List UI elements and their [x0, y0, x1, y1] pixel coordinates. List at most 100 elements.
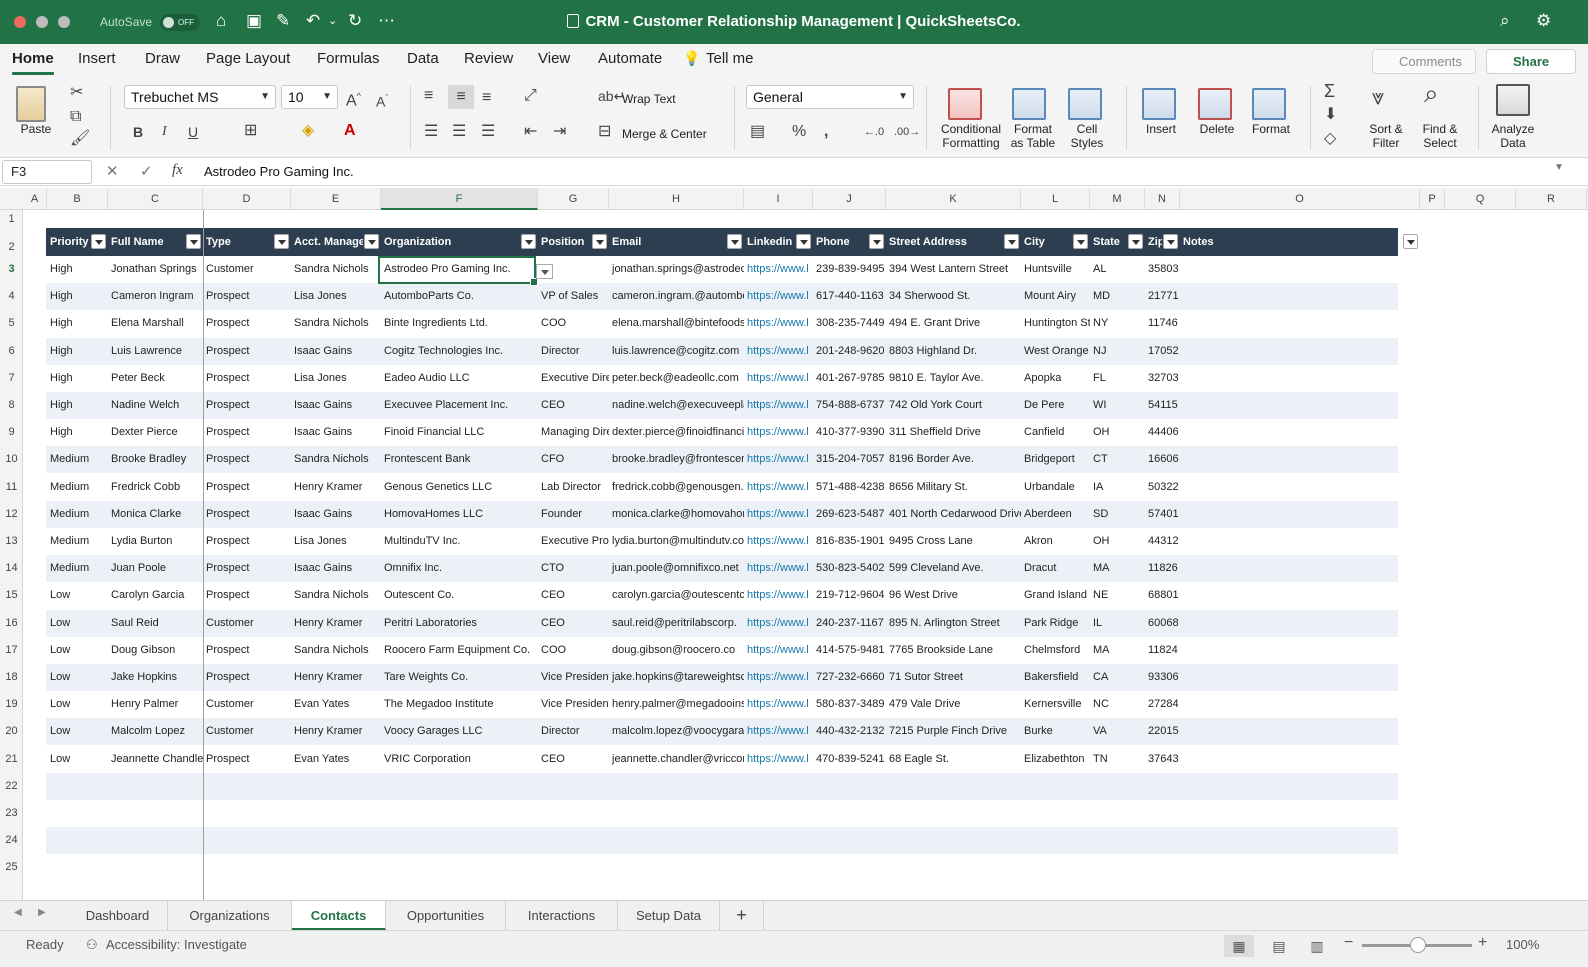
cell-full-name[interactable]: Fredrick Cobb [108, 474, 203, 501]
cell-priority[interactable]: Medium [47, 501, 108, 528]
find-select-label[interactable]: Find & Select [1418, 122, 1462, 150]
cell-email[interactable]: juan.poole@omnifixco.net [609, 555, 744, 582]
page-layout-view-icon[interactable]: ▤ [1264, 935, 1294, 957]
align-bottom-icon[interactable]: ≡ [482, 89, 491, 107]
row-header-22[interactable]: 22 [0, 773, 23, 800]
cell-street-address[interactable]: 68 Eagle St. [886, 746, 1021, 773]
cell-position[interactable]: Managing Director [538, 419, 609, 446]
cell-email[interactable]: elena.marshall@bintefoods [609, 310, 744, 337]
conditional-formatting-icon[interactable] [948, 88, 982, 120]
cell-position[interactable]: Executive Director [538, 365, 609, 392]
conditional-formatting-label[interactable]: Conditional Formatting [938, 122, 1004, 150]
filter-dropdown-icon[interactable] [1128, 234, 1143, 249]
cell-city[interactable]: Mount Airy [1021, 283, 1090, 310]
cell-city[interactable]: Huntsville [1021, 256, 1090, 283]
fill-icon[interactable]: ⬇ [1324, 106, 1337, 124]
cell-full-name[interactable]: Carolyn Garcia [108, 582, 203, 609]
column-header-f[interactable]: F [381, 188, 538, 210]
cell-priority[interactable]: High [47, 392, 108, 419]
add-sheet-button[interactable]: + [720, 901, 764, 930]
cell-street-address[interactable]: 401 North Cedarwood Drive [886, 501, 1021, 528]
cell-organization[interactable]: Roocero Farm Equipment Co. [381, 637, 538, 664]
cell-phone[interactable]: 580-837-3489 [813, 691, 886, 718]
cell-zip[interactable]: 93306 [1145, 664, 1180, 691]
cell-priority[interactable]: Low [47, 718, 108, 745]
merge-center-button[interactable]: Merge & Center [622, 127, 707, 141]
column-header-d[interactable]: D [203, 188, 291, 210]
copy-icon[interactable]: ⧉ [70, 108, 81, 126]
sheet-tab-organizations[interactable]: Organizations [168, 901, 292, 930]
cell-acct-manager[interactable]: Lisa Jones [291, 528, 381, 555]
clear-icon[interactable]: ◇ [1324, 130, 1336, 148]
format-cells-button[interactable]: Format [1250, 122, 1292, 136]
cell-full-name[interactable]: Juan Poole [108, 555, 203, 582]
column-header-n[interactable]: N [1145, 188, 1180, 210]
bold-button[interactable]: B [133, 123, 143, 141]
cell-city[interactable]: Huntington Station [1021, 310, 1090, 337]
row-header-12[interactable]: 12 [0, 501, 23, 528]
column-header-e[interactable]: E [291, 188, 381, 210]
cell-full-name[interactable]: Jeannette Chandler [108, 746, 203, 773]
cell-position[interactable]: CEO [538, 746, 609, 773]
expand-formula-bar-icon[interactable]: ▼ [1554, 162, 1564, 173]
cell-linkedin[interactable]: https://www.l [744, 446, 813, 473]
cell-priority[interactable]: High [47, 283, 108, 310]
cell-acct-manager[interactable]: Sandra Nichols [291, 310, 381, 337]
row-header-5[interactable]: 5 [0, 310, 23, 337]
sheet-tab-dashboard[interactable]: Dashboard [68, 901, 168, 930]
cell-zip[interactable]: 11824 [1145, 637, 1180, 664]
cell-state[interactable]: SD [1090, 501, 1145, 528]
cell-full-name[interactable]: Nadine Welch [108, 392, 203, 419]
cell-street-address[interactable]: 34 Sherwood St. [886, 283, 1021, 310]
cell-acct-manager[interactable]: Henry Kramer [291, 718, 381, 745]
cell-state[interactable]: NY [1090, 310, 1145, 337]
filter-dropdown-icon[interactable] [274, 234, 289, 249]
spreadsheet-grid[interactable]: ABCDEFGHIJKLMNOPQR 1 2 3 4 5 6 7 8 9 10 11 12 13 14 15… [0, 188, 1588, 900]
cell-dropdown-arrow[interactable] [536, 264, 553, 279]
filter-dropdown-icon[interactable] [796, 234, 811, 249]
cell-email[interactable]: luis.lawrence@cogitz.com [609, 338, 744, 365]
cell-full-name[interactable]: Lydia Burton [108, 528, 203, 555]
cell-state[interactable]: TN [1090, 746, 1145, 773]
cell-organization[interactable]: Finoid Financial LLC [381, 419, 538, 446]
cell-phone[interactable]: 269-623-5487 [813, 501, 886, 528]
cell-state[interactable]: MD [1090, 283, 1145, 310]
cell-position[interactable]: Executive Producer [538, 528, 609, 555]
cell-type[interactable]: Prospect [203, 582, 291, 609]
cell-priority[interactable]: Low [47, 664, 108, 691]
filter-dropdown-icon[interactable] [1073, 234, 1088, 249]
cell-organization[interactable]: Execuvee Placement Inc. [381, 392, 538, 419]
cell-zip[interactable]: 22015 [1145, 718, 1180, 745]
cell-acct-manager[interactable]: Isaac Gains [291, 392, 381, 419]
filter-dropdown-icon[interactable] [727, 234, 742, 249]
cell-street-address[interactable]: 8656 Military St. [886, 474, 1021, 501]
cell-full-name[interactable]: Jake Hopkins [108, 664, 203, 691]
cell-street-address[interactable]: 599 Cleveland Ave. [886, 555, 1021, 582]
cell-linkedin[interactable]: https://www.l [744, 392, 813, 419]
cell-linkedin[interactable]: https://www.l [744, 365, 813, 392]
sort-filter-label[interactable]: Sort & Filter [1364, 122, 1408, 150]
column-header-r[interactable]: R [1516, 188, 1587, 210]
filter-dropdown-icon[interactable] [869, 234, 884, 249]
tab-automate[interactable]: Automate [598, 50, 662, 67]
row-header-23[interactable]: 23 [0, 800, 23, 827]
column-header-o[interactable]: O [1180, 188, 1420, 210]
tab-home[interactable]: Home [12, 50, 54, 67]
row-header-15[interactable]: 15 [0, 582, 23, 609]
cell-full-name[interactable]: Monica Clarke [108, 501, 203, 528]
cell-type[interactable]: Prospect [203, 501, 291, 528]
percent-icon[interactable]: % [792, 123, 806, 141]
cell-street-address[interactable]: 8803 Highland Dr. [886, 338, 1021, 365]
cell-email[interactable]: carolyn.garcia@outescentco [609, 582, 744, 609]
cell-linkedin[interactable]: https://www.l [744, 582, 813, 609]
active-cell-f3[interactable] [378, 256, 538, 286]
tab-insert[interactable]: Insert [78, 50, 116, 67]
cell-full-name[interactable]: Saul Reid [108, 610, 203, 637]
cell-street-address[interactable]: 394 West Lantern Street [886, 256, 1021, 283]
cell-priority[interactable]: High [47, 365, 108, 392]
cell-phone[interactable]: 239-839-9495 [813, 256, 886, 283]
name-box[interactable]: F3 [2, 160, 92, 184]
cell-phone[interactable]: 440-432-2132 [813, 718, 886, 745]
cell-street-address[interactable]: 479 Vale Drive [886, 691, 1021, 718]
page-break-view-icon[interactable]: ▥ [1302, 935, 1332, 957]
